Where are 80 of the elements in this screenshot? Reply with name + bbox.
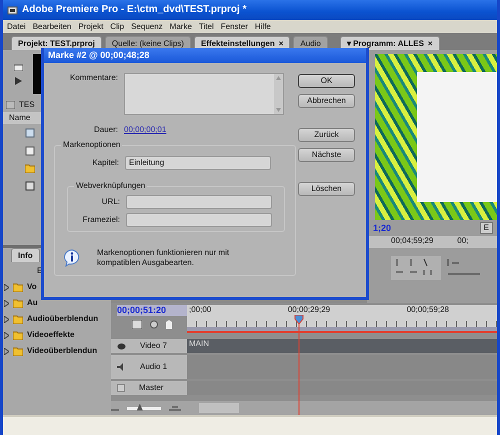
dialog-button[interactable]: Nächste (298, 148, 355, 162)
url-field[interactable] (126, 195, 272, 209)
dialog-button[interactable]: Zurück (298, 128, 355, 142)
folder-name[interactable]: Audioüberblendun (27, 314, 98, 324)
ruler-label: 00;00;59;28 (406, 305, 449, 316)
folder-name[interactable]: Au (27, 298, 38, 308)
speaker-icon[interactable] (117, 363, 126, 371)
track-name[interactable]: Master (139, 383, 164, 393)
field-label: Frameziel: (82, 215, 121, 225)
menu-item[interactable]: Clip (110, 22, 124, 32)
expand-triangle-icon[interactable] (4, 284, 9, 290)
field-label: Kommentare: (68, 73, 119, 84)
window-title: Adobe Premiere Pro - E:\ctm_dvd\TEST.prproj * (22, 4, 246, 16)
track-name[interactable]: Video 7 (140, 341, 167, 351)
scrollbar[interactable] (274, 74, 283, 114)
frame-target-field[interactable] (126, 213, 272, 227)
panel-tab[interactable]: Projekt: TEST.prproj (11, 36, 102, 50)
info-tab[interactable]: Info (11, 248, 40, 262)
folder-name[interactable]: Vo (27, 282, 37, 292)
app-icon (7, 4, 18, 16)
snap-icon[interactable] (132, 320, 142, 329)
expand-triangle-icon[interactable] (4, 332, 9, 338)
timecode: 1;20 (373, 222, 392, 234)
timecode: 00;00;51:20 (117, 305, 187, 316)
field-label: URL: (100, 197, 121, 207)
menu-item[interactable]: Bearbeiten (32, 22, 72, 32)
group-title: Markenoptionen (61, 140, 122, 150)
menu-item[interactable]: Sequenz (131, 22, 163, 32)
field-label: Kapitel: (91, 158, 120, 168)
menu-item[interactable]: Hilfe (254, 22, 271, 32)
marker-icon[interactable] (150, 320, 158, 329)
transport-controls-drawing[interactable] (391, 256, 441, 280)
chapter-field[interactable]: Einleitung (125, 156, 271, 170)
dialog-button[interactable]: Abbrechen (298, 94, 355, 108)
close-icon[interactable]: × (428, 38, 433, 48)
menu-item[interactable]: Datei (7, 22, 26, 32)
zoom-in-icon[interactable] (169, 406, 181, 410)
ruler-label: 00;00;29;29 (288, 305, 330, 316)
clip-icon (25, 181, 35, 191)
ruler-label: ;00;00 (189, 305, 212, 316)
clip-name: TES (19, 100, 35, 110)
duration-link[interactable]: 00;00;00;01 (124, 125, 166, 135)
clip: MAIN (187, 339, 497, 353)
menu-item[interactable]: Projekt (78, 22, 104, 32)
ruler-label: 00; (457, 236, 468, 247)
dialog-button[interactable]: Löschen (298, 182, 355, 196)
expand-triangle-icon[interactable] (4, 316, 9, 322)
close-icon[interactable]: × (278, 38, 284, 48)
menu-item[interactable]: Fenster (220, 22, 248, 32)
group-title: Webverknüpfungen (74, 181, 148, 191)
dialog-button[interactable]: OK (298, 74, 355, 88)
menu-item[interactable]: Marke (170, 22, 192, 32)
sequence-icon (25, 128, 35, 138)
menu-item[interactable]: Titel (198, 22, 214, 32)
expand-triangle-icon[interactable] (4, 348, 9, 354)
marker-icon[interactable] (166, 320, 172, 329)
playhead[interactable] (294, 315, 304, 415)
column-header[interactable]: Name (9, 113, 30, 123)
camera-icon[interactable] (14, 64, 22, 71)
folder-name[interactable]: Videoüberblendun (27, 346, 98, 356)
scrollbar[interactable] (199, 403, 239, 413)
info-message: Markenoptionen funktionieren nur mit kompatiblen Ausgabearten. (97, 248, 230, 268)
document-icon (25, 146, 35, 156)
dialog-title: Marke #2 @ 00;00;48;28 (48, 50, 150, 61)
folder-name[interactable]: Videoeffekte (27, 330, 74, 340)
field-label: Dauer: (92, 125, 119, 135)
eye-icon[interactable] (117, 342, 126, 350)
bin-icon (6, 101, 15, 109)
play-icon[interactable] (14, 77, 22, 85)
expand-triangle-icon[interactable] (4, 300, 9, 306)
folder-icon (25, 164, 35, 173)
track-name[interactable]: Audio 1 (140, 362, 168, 372)
checkbox-icon[interactable] (117, 384, 125, 392)
panel-tab[interactable]: ▾ Programm: ALLES × (340, 36, 440, 50)
ruler-label: 00;04;59;29 (391, 236, 434, 247)
fit-button[interactable]: E (480, 222, 493, 234)
comment-field[interactable] (124, 73, 284, 115)
time-ruler[interactable]: ;00;00 00;00;29;29 00;00;59;28 (187, 305, 497, 327)
zoom-slider-thumb[interactable] (136, 404, 143, 410)
info-icon (63, 248, 81, 267)
